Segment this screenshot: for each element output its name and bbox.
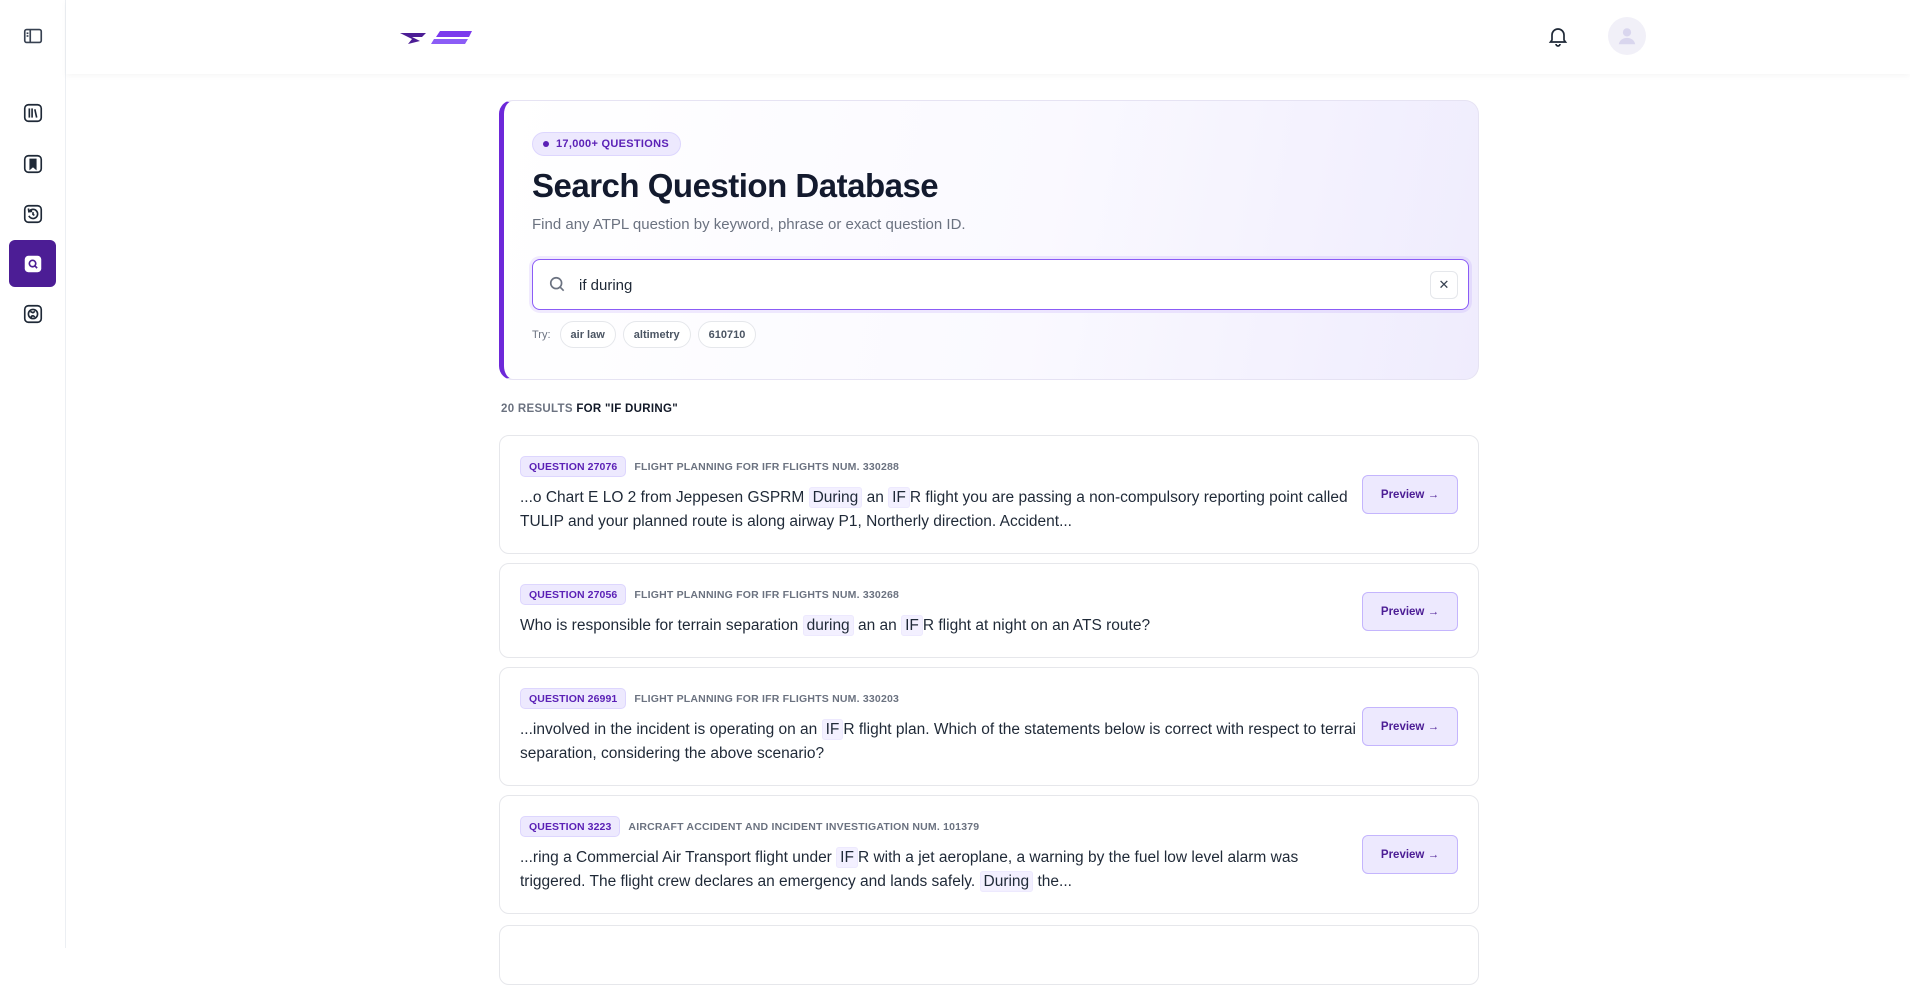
- sidebar-item-history[interactable]: [9, 190, 56, 237]
- sidebar: [0, 0, 66, 948]
- results-summary: 20 RESULTS FOR "IF DURING": [501, 403, 678, 415]
- snippet-highlight: during: [802, 615, 854, 636]
- result-card[interactable]: QUESTION 27056 FLIGHT PLANNING FOR IFR F…: [499, 563, 1479, 658]
- search-hero: 17,000+ QUESTIONS Search Question Databa…: [499, 100, 1479, 380]
- result-meta: QUESTION 26991 FLIGHT PLANNING FOR IFR F…: [520, 688, 899, 709]
- snippet-text: ...ring a Commercial Air Transport fligh…: [520, 849, 837, 866]
- page-title: Search Question Database: [532, 167, 939, 204]
- snippet-highlight: IF: [836, 847, 858, 868]
- suggestion-chip[interactable]: 610710: [697, 321, 757, 348]
- snippet-highlight: IF: [901, 615, 923, 636]
- result-card[interactable]: QUESTION 3223 AIRCRAFT ACCIDENT AND INCI…: [499, 795, 1479, 914]
- suggestion-chip[interactable]: altimetry: [622, 321, 691, 348]
- snippet-highlight: IF: [821, 719, 844, 740]
- preview-button[interactable]: Preview →: [1362, 475, 1458, 514]
- suggestion-chip[interactable]: air law: [559, 321, 616, 348]
- user-icon: [1618, 28, 1636, 45]
- question-subject: FLIGHT PLANNING FOR IFR FLIGHTS NUM. 330…: [634, 588, 900, 601]
- sidebar-item-search[interactable]: [9, 240, 56, 287]
- bell-icon[interactable]: [1546, 24, 1570, 48]
- question-id-tag: QUESTION 26991: [520, 688, 627, 709]
- question-id-tag: QUESTION 27056: [520, 584, 627, 605]
- question-subject: FLIGHT PLANNING FOR IFR FLIGHTS NUM. 330…: [634, 460, 900, 473]
- question-subject: AIRCRAFT ACCIDENT AND INCIDENT INVESTIGA…: [628, 820, 980, 833]
- search-input[interactable]: [579, 270, 1379, 300]
- search-suggestions: Try: air law altimetry 610710: [532, 321, 757, 348]
- snippet-text: Who is responsible for terrain separatio…: [520, 617, 803, 634]
- badge-label: 17,000+ QUESTIONS: [556, 138, 670, 150]
- question-count-badge: 17,000+ QUESTIONS: [532, 132, 682, 156]
- snippet-text: the...: [1033, 873, 1072, 890]
- result-meta: QUESTION 3223 AIRCRAFT ACCIDENT AND INCI…: [520, 816, 979, 837]
- preview-button[interactable]: Preview →: [1362, 707, 1458, 746]
- avatar[interactable]: [1608, 17, 1646, 55]
- globe-icon: [23, 304, 42, 323]
- result-meta: QUESTION 27076 FLIGHT PLANNING FOR IFR F…: [520, 456, 899, 477]
- results-query: FOR "IF DURING": [576, 403, 678, 415]
- badge-dot: [543, 141, 549, 147]
- result-meta: QUESTION 27056 FLIGHT PLANNING FOR IFR F…: [520, 584, 899, 605]
- result-card-partial[interactable]: [499, 925, 1479, 985]
- try-label: Try:: [532, 328, 551, 341]
- logo-icon[interactable]: [398, 26, 472, 52]
- snippet-text: an: [862, 489, 889, 506]
- search-icon: [24, 255, 41, 272]
- snippet-text: ...involved in the incident is operating…: [520, 721, 822, 738]
- question-id-tag: QUESTION 3223: [520, 816, 621, 837]
- snippet-text: ...o Chart E LO 2 from Jeppesen GSPRM: [520, 489, 809, 506]
- snippet-highlight: During: [808, 487, 863, 508]
- search-icon: [549, 276, 565, 292]
- snippet-text: an an: [853, 617, 902, 634]
- sidebar-item-library[interactable]: [9, 89, 56, 136]
- sidebar-toggle-icon: [23, 28, 42, 43]
- sidebar-toggle-button[interactable]: [9, 12, 56, 59]
- snippet-highlight: During: [979, 871, 1034, 892]
- results-count: 20 RESULTS: [501, 403, 573, 415]
- result-card[interactable]: QUESTION 27076 FLIGHT PLANNING FOR IFR F…: [499, 435, 1479, 554]
- question-snippet: ...involved in the incident is operating…: [520, 718, 1360, 766]
- question-snippet: ...o Chart E LO 2 from Jeppesen GSPRM Du…: [520, 486, 1360, 534]
- bookmark-icon: [23, 154, 42, 173]
- top-bar: [66, 0, 1910, 74]
- clear-search-button[interactable]: ✕: [1430, 271, 1458, 299]
- history-icon: [23, 204, 42, 223]
- page-subtitle: Find any ATPL question by keyword, phras…: [532, 216, 966, 233]
- sidebar-item-bookmarks[interactable]: [9, 140, 56, 187]
- question-id-tag: QUESTION 27076: [520, 456, 627, 477]
- question-snippet: Who is responsible for terrain separatio…: [520, 614, 1360, 638]
- search-box: ✕: [532, 259, 1469, 310]
- preview-button[interactable]: Preview →: [1362, 835, 1458, 874]
- preview-button[interactable]: Preview →: [1362, 592, 1458, 631]
- library-icon: [23, 103, 42, 122]
- snippet-highlight: IF: [888, 487, 910, 508]
- question-snippet: ...ring a Commercial Air Transport fligh…: [520, 846, 1360, 894]
- sidebar-item-explore[interactable]: [9, 290, 56, 337]
- snippet-text: R flight at night on an ATS route?: [922, 617, 1151, 634]
- result-card[interactable]: QUESTION 26991 FLIGHT PLANNING FOR IFR F…: [499, 667, 1479, 786]
- question-subject: FLIGHT PLANNING FOR IFR FLIGHTS NUM. 330…: [634, 692, 900, 705]
